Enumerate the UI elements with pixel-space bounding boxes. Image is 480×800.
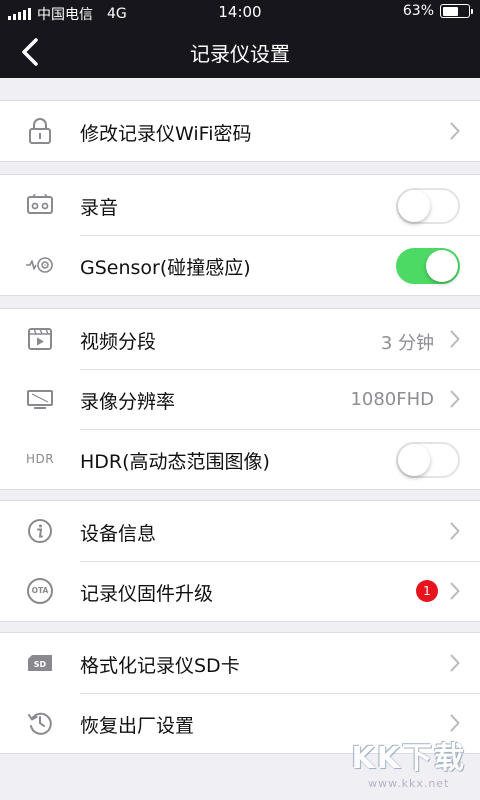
- ota-icon-text: OTA: [27, 578, 53, 604]
- watermark: KK下载 www.kkx.net: [352, 733, 467, 790]
- nav-bar: 记录仪设置: [0, 26, 480, 78]
- chevron-right-icon: [450, 654, 460, 672]
- lock-icon: [22, 117, 58, 145]
- status-right: 63%: [402, 3, 473, 19]
- battery-icon: [440, 4, 473, 18]
- hdr-label: HDR(高动态范围图像): [80, 451, 270, 473]
- battery-percent: 63%: [402, 3, 434, 19]
- watermark-logo: KK下载: [351, 741, 466, 776]
- toggle-knob: [398, 190, 430, 222]
- recorder-icon: [22, 191, 58, 219]
- firmware-update-label: 记录仪固件升级: [80, 583, 214, 605]
- page-title: 记录仪设置: [190, 42, 290, 66]
- vibration-icon: [22, 251, 58, 279]
- info-icon: [22, 517, 58, 545]
- firmware-update-item[interactable]: OTA 记录仪固件升级 1: [0, 561, 480, 621]
- chevron-right-icon: [450, 330, 460, 348]
- watermark-url: www.kkx.net: [368, 777, 450, 790]
- hdr-item: HDR HDR(高动态范围图像): [0, 429, 480, 489]
- chevron-right-icon: [450, 582, 460, 600]
- group-video: 视频分段 3 分钟 录像分辨率 1080FHD HDR HDR(高动态范围图像): [0, 308, 480, 490]
- toggle-knob: [398, 444, 430, 476]
- wifi-password-label: 修改记录仪WiFi密码: [80, 123, 252, 145]
- chevron-right-icon: [450, 714, 460, 732]
- wifi-password-item[interactable]: 修改记录仪WiFi密码: [0, 101, 480, 161]
- chevron-right-icon: [450, 522, 460, 540]
- device-info-label: 设备信息: [80, 523, 157, 545]
- video-segment-label: 视频分段: [80, 331, 157, 353]
- video-segment-item[interactable]: 视频分段 3 分钟: [0, 309, 480, 369]
- toggle-knob: [426, 250, 458, 282]
- gsensor-label: GSensor(碰撞感应): [80, 257, 251, 279]
- monitor-icon: [22, 385, 58, 413]
- audio-item: 录音: [0, 175, 480, 235]
- device-info-item[interactable]: 设备信息: [0, 501, 480, 561]
- audio-toggle[interactable]: [396, 188, 460, 224]
- top-bar: 中国电信 4G 14:00 63% 记录仪设置: [0, 0, 480, 78]
- video-segment-value: 3 分钟: [380, 333, 434, 354]
- factory-reset-label: 恢复出厂设置: [80, 715, 195, 737]
- sd-card-icon: SD: [22, 649, 58, 677]
- format-sd-item[interactable]: SD 格式化记录仪SD卡: [0, 633, 480, 693]
- status-bar: 中国电信 4G 14:00 63%: [0, 0, 480, 26]
- video-clip-icon: [22, 325, 58, 353]
- svg-text:SD: SD: [34, 660, 47, 669]
- hdr-icon: HDR: [25, 452, 55, 466]
- group-wifi: 修改记录仪WiFi密码: [0, 100, 480, 162]
- chevron-right-icon: [450, 122, 460, 140]
- resolution-item[interactable]: 录像分辨率 1080FHD: [0, 369, 480, 429]
- gsensor-item: GSensor(碰撞感应): [0, 235, 480, 295]
- ota-icon: OTA: [22, 577, 58, 605]
- gsensor-toggle[interactable]: [396, 248, 460, 284]
- update-badge: 1: [416, 580, 438, 602]
- resolution-value: 1080FHD: [350, 389, 434, 410]
- audio-label: 录音: [80, 197, 119, 219]
- group-sensors: 录音 GSensor(碰撞感应): [0, 174, 480, 296]
- history-icon: [22, 709, 58, 737]
- chevron-right-icon: [450, 390, 460, 408]
- resolution-label: 录像分辨率: [80, 391, 176, 413]
- hdr-toggle[interactable]: [396, 442, 460, 478]
- group-device: 设备信息 OTA 记录仪固件升级 1: [0, 500, 480, 622]
- format-sd-label: 格式化记录仪SD卡: [80, 655, 240, 677]
